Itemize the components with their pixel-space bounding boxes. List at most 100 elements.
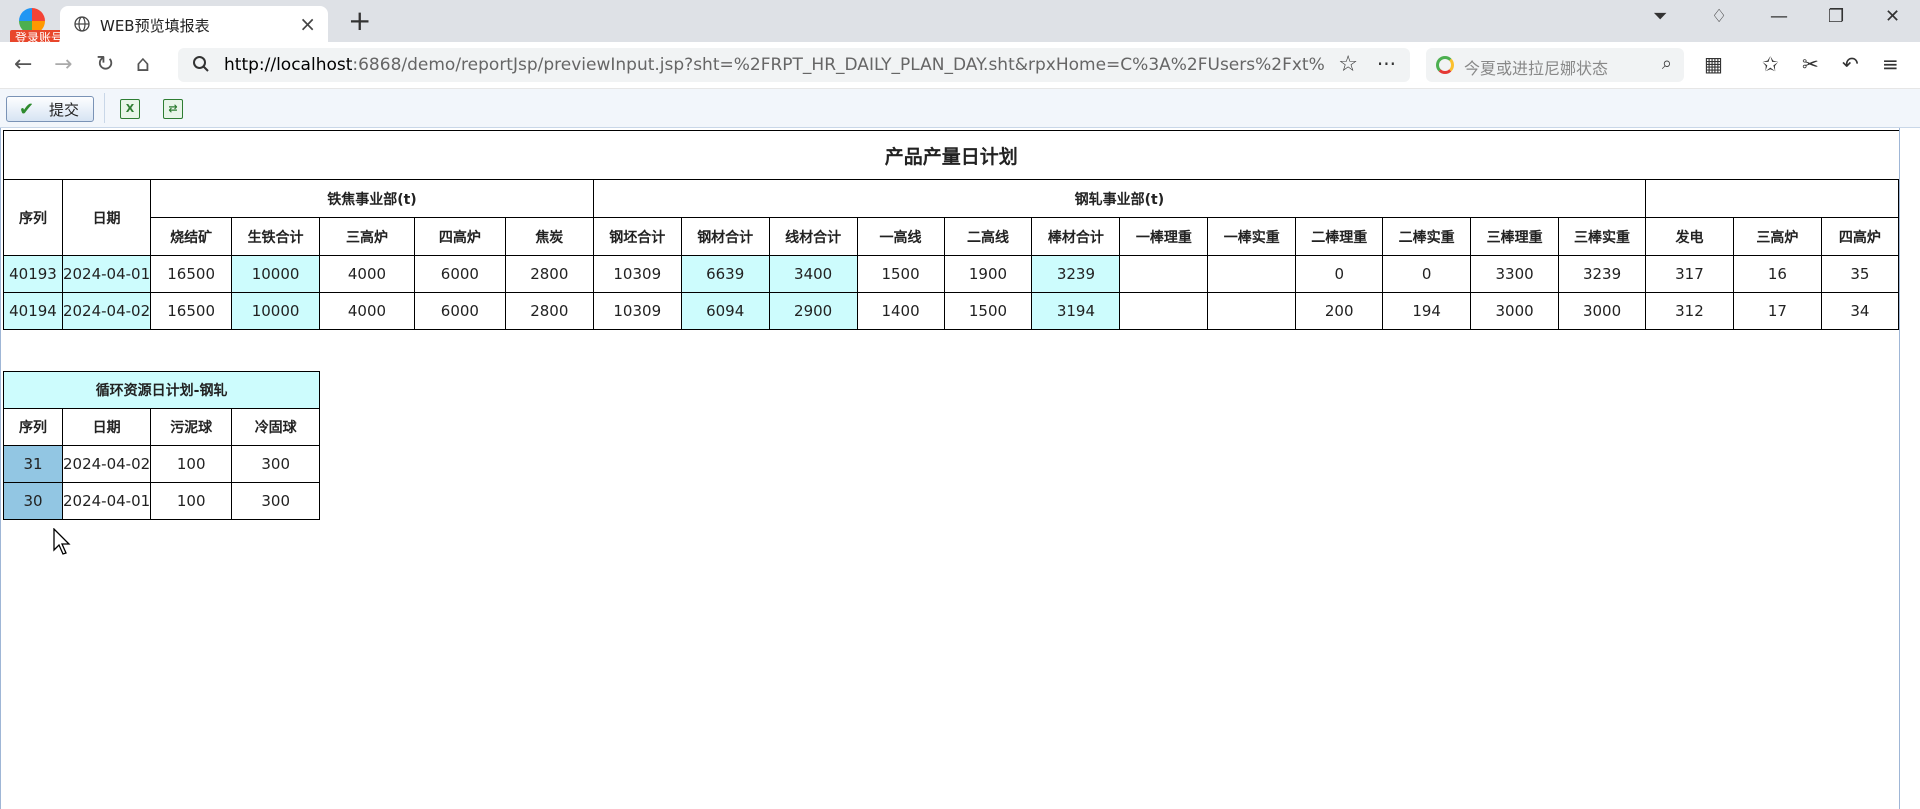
restore-icon[interactable]: ❐: [1828, 6, 1844, 27]
data-cell[interactable]: 2800: [504, 255, 594, 293]
cell-seq[interactable]: 30: [3, 482, 63, 520]
home-icon[interactable]: ⌂: [136, 52, 150, 77]
data-cell[interactable]: [1207, 292, 1297, 330]
cell-seq[interactable]: 40194: [3, 292, 63, 330]
search-box[interactable]: 今夏或进拉尼娜状态 ⌕: [1426, 48, 1684, 82]
column-header: 序列: [3, 408, 63, 446]
reload-icon[interactable]: ↻: [96, 52, 114, 77]
table-row: 31 2024-04-02 100 300: [3, 445, 321, 483]
cell-seq[interactable]: 40193: [3, 255, 63, 293]
data-cell[interactable]: 4000: [319, 292, 415, 330]
new-tab-icon[interactable]: +: [348, 4, 371, 37]
data-cell[interactable]: 17: [1732, 292, 1822, 330]
apps-grid-icon[interactable]: ▦: [1704, 52, 1723, 76]
data-cell[interactable]: 6000: [413, 255, 506, 293]
data-cell[interactable]: 3300: [1470, 255, 1560, 293]
export-excel-icon[interactable]: X: [120, 99, 140, 119]
data-cell[interactable]: 100: [150, 482, 233, 520]
data-cell[interactable]: 16500: [150, 255, 233, 293]
column-header: 烧结矿: [150, 217, 233, 256]
column-header: 四高炉: [413, 217, 506, 256]
data-cell[interactable]: 312: [1645, 292, 1734, 330]
data-cell[interactable]: 300: [231, 482, 321, 520]
minimize-icon[interactable]: —: [1770, 6, 1788, 27]
table-row: 40193 2024-04-01 16500 10000 4000 6000 2…: [3, 255, 1900, 293]
data-cell[interactable]: 3400: [768, 255, 858, 293]
report-title: 产品产量日计划: [3, 130, 1899, 180]
data-cell[interactable]: 100: [150, 445, 233, 483]
submit-button[interactable]: ✔ 提交: [6, 96, 94, 122]
data-cell[interactable]: 4000: [319, 255, 415, 293]
search-go-icon[interactable]: ⌕: [1662, 53, 1672, 74]
scissors-icon[interactable]: ✂: [1802, 52, 1819, 76]
data-cell[interactable]: 2900: [768, 292, 858, 330]
column-header: 钢材合计: [680, 217, 770, 256]
url-text[interactable]: http://localhost:6868/demo/reportJsp/pre…: [224, 55, 1324, 75]
mouse-cursor-icon: [53, 528, 71, 555]
data-cell[interactable]: 1500: [856, 255, 945, 293]
data-cell[interactable]: 10309: [592, 292, 682, 330]
data-cell[interactable]: 3000: [1470, 292, 1560, 330]
data-cell[interactable]: 6094: [680, 292, 770, 330]
data-cell[interactable]: 35: [1820, 255, 1900, 293]
address-bar[interactable]: http://localhost:6868/demo/reportJsp/pre…: [178, 48, 1410, 82]
data-cell[interactable]: 3239: [1558, 255, 1646, 293]
data-cell[interactable]: 16500: [150, 292, 233, 330]
data-cell[interactable]: 200: [1295, 292, 1384, 330]
recycle-table-title: 循环资源日计划-钢轧: [2, 371, 321, 409]
cell-date[interactable]: 2024-04-01: [61, 482, 152, 520]
data-cell[interactable]: 2800: [504, 292, 594, 330]
data-cell[interactable]: 3239: [1031, 255, 1121, 293]
data-cell[interactable]: 10309: [592, 255, 682, 293]
data-cell[interactable]: 16: [1732, 255, 1822, 293]
data-cell[interactable]: 317: [1645, 255, 1734, 293]
back-icon[interactable]: ←: [14, 52, 32, 77]
cell-date[interactable]: 2024-04-01: [61, 255, 152, 293]
search-icon: [193, 56, 209, 72]
toolbar-divider: [104, 93, 105, 123]
data-cell[interactable]: 3000: [1558, 292, 1646, 330]
data-cell[interactable]: 0: [1295, 255, 1384, 293]
column-header: 钢坯合计: [592, 217, 682, 256]
column-header: 三棒实重: [1558, 217, 1646, 256]
data-cell[interactable]: 10000: [231, 255, 321, 293]
bookmark-star-icon[interactable]: ☆: [1338, 52, 1358, 77]
forward-icon[interactable]: →: [54, 52, 72, 77]
tab-list-icon[interactable]: ⏷: [1653, 6, 1667, 27]
data-cell[interactable]: [1119, 292, 1209, 330]
report-area: 产品产量日计划 序列 日期 铁焦事业部(t) 钢轧事业部(t) 烧结矿 生铁合计…: [0, 128, 1900, 809]
data-cell[interactable]: [1119, 255, 1209, 293]
column-header: 生铁合计: [231, 217, 321, 256]
data-cell[interactable]: 1900: [943, 255, 1033, 293]
column-header: 一棒实重: [1207, 217, 1297, 256]
data-cell[interactable]: 34: [1820, 292, 1900, 330]
data-cell[interactable]: 194: [1382, 292, 1472, 330]
tab-title: WEB预览填报表: [100, 17, 210, 35]
menu-icon[interactable]: ≡: [1882, 52, 1899, 76]
production-plan-table: 产品产量日计划 序列 日期 铁焦事业部(t) 钢轧事业部(t) 烧结矿 生铁合计…: [3, 130, 1900, 330]
data-cell[interactable]: 300: [231, 445, 321, 483]
browser-logo[interactable]: 登录账号: [10, 8, 68, 46]
search-placeholder: 今夏或进拉尼娜状态: [1464, 59, 1609, 78]
cell-date[interactable]: 2024-04-02: [61, 445, 152, 483]
favorites-icon[interactable]: ✩: [1762, 52, 1779, 76]
header-iron-coke-division: 铁焦事业部(t): [150, 179, 594, 218]
data-cell[interactable]: 3194: [1031, 292, 1121, 330]
close-tab-icon[interactable]: ×: [299, 12, 316, 36]
data-cell[interactable]: 1500: [943, 292, 1033, 330]
window-close-icon[interactable]: ✕: [1885, 6, 1900, 27]
column-header: 二高线: [943, 217, 1033, 256]
cell-date[interactable]: 2024-04-02: [61, 292, 152, 330]
cell-seq[interactable]: 31: [3, 445, 63, 483]
browser-tab[interactable]: WEB预览填报表 ×: [60, 6, 328, 42]
data-cell[interactable]: 6000: [413, 292, 506, 330]
data-cell[interactable]: 10000: [231, 292, 321, 330]
import-excel-icon[interactable]: ⇄: [163, 99, 183, 119]
data-cell[interactable]: 1400: [856, 292, 945, 330]
more-icon[interactable]: ···: [1377, 52, 1396, 76]
data-cell[interactable]: 6639: [680, 255, 770, 293]
shirt-icon[interactable]: ♢: [1711, 6, 1727, 27]
data-cell[interactable]: [1207, 255, 1297, 293]
data-cell[interactable]: 0: [1382, 255, 1472, 293]
undo-icon[interactable]: ↶: [1842, 52, 1859, 76]
